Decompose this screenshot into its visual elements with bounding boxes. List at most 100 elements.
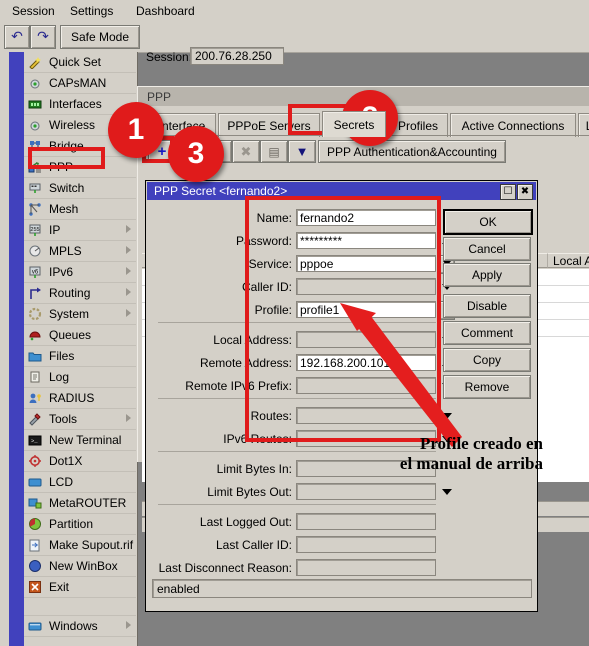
sidebar-item-switch[interactable]: Switch (24, 178, 136, 199)
step-badge-3: 3 (168, 126, 224, 182)
interfaces-icon (28, 97, 42, 111)
tools-icon (28, 412, 42, 426)
menu-settings[interactable]: Settings (66, 3, 117, 19)
highlight-box-dialog-fields (245, 196, 441, 442)
exit-icon (28, 580, 42, 594)
chevron-right-icon (126, 288, 131, 296)
sidebar-item-log[interactable]: Log (24, 367, 136, 388)
sidebar-item-label: Exit (49, 580, 70, 594)
session-address-field[interactable]: 200.76.28.250 (190, 47, 284, 65)
sidebar-item-system[interactable]: System (24, 304, 136, 325)
remove-button[interactable]: Remove (443, 375, 531, 399)
sidebar-item-label: System (49, 307, 90, 321)
terminal-icon: >_ (28, 433, 42, 447)
disable-secret-button[interactable]: ✖ (232, 140, 260, 163)
svg-text:>_: >_ (31, 438, 38, 445)
tab-label: Profiles (397, 118, 438, 133)
svg-text:v6: v6 (32, 270, 39, 276)
routing-icon (28, 286, 42, 300)
sidebar-item-new-winbox[interactable]: New WinBox (24, 556, 136, 577)
queues-icon (28, 328, 42, 342)
ok-button[interactable]: OK (443, 209, 533, 235)
sidebar-item-label: LCD (49, 475, 74, 489)
cancel-button[interactable]: Cancel (443, 237, 531, 261)
sidebar-item-lcd[interactable]: LCD (24, 472, 136, 493)
filter-button[interactable]: ▼ (288, 140, 316, 163)
field-input[interactable] (296, 483, 436, 500)
ppp-authentication-accounting-button[interactable]: PPP Authentication&Accounting (318, 140, 506, 163)
column-header[interactable]: Local Address (548, 253, 589, 268)
sidebar-item-queues[interactable]: Queues (24, 325, 136, 346)
annotation-line-1: Profile creado en (419, 434, 543, 453)
svg-text:255: 255 (30, 227, 39, 233)
redo-icon: ↷ (37, 29, 49, 45)
sidebar-item-label: Routing (49, 286, 91, 300)
sidebar-item-label: Log (49, 370, 70, 384)
sidebar-item-ipv6[interactable]: v6 IPv6 (24, 262, 136, 283)
undo-icon: ↶ (11, 29, 23, 45)
safe-mode-button[interactable]: Safe Mode (60, 25, 140, 49)
sidebar-item-mpls[interactable]: MPLS (24, 241, 136, 262)
sidebar-item-new-terminal[interactable]: >_ New Terminal (24, 430, 136, 451)
winbox-icon (28, 559, 42, 573)
tab-active-connections[interactable]: Active Connections (450, 113, 576, 137)
sidebar-item-label: IPv6 (49, 265, 74, 279)
sidebar-item-label: Mesh (49, 202, 79, 216)
mpls-icon (28, 244, 42, 258)
copy-button[interactable]: Copy (443, 348, 531, 372)
close-icon: ✖ (520, 186, 530, 197)
window-icon (28, 619, 42, 633)
sidebar-item-dot1x[interactable]: Dot1X (24, 451, 136, 472)
sidebar-item-metarouter[interactable]: MetaROUTER (24, 493, 136, 514)
sidebar-item-mesh[interactable]: Mesh (24, 199, 136, 220)
sidebar-item-partition[interactable]: Partition (24, 514, 136, 535)
field-input[interactable] (296, 536, 436, 553)
log-icon (28, 370, 42, 384)
field-input[interactable] (296, 513, 436, 530)
menu-session[interactable]: Session (8, 3, 59, 19)
sidebar-item-tools[interactable]: Tools (24, 409, 136, 430)
maximize-button[interactable]: ☐ (500, 184, 516, 200)
chevron-down-icon[interactable] (442, 413, 452, 419)
tab-l2tp-secrets[interactable]: L2TP Secrets (578, 113, 589, 137)
chevron-right-icon (126, 267, 131, 275)
forward-button[interactable]: ↷ (30, 25, 56, 49)
sidebar-item-quick-set[interactable]: Quick Set (24, 52, 136, 73)
field-label: Last Caller ID: (215, 538, 292, 552)
main-toolbar: ↶ ↷ Safe Mode Session: 200.76.28.250 (0, 20, 589, 65)
apply-button[interactable]: Apply (443, 263, 531, 287)
disable-button[interactable]: Disable (443, 294, 531, 318)
sidebar-item-capsman[interactable]: CAPsMAN (24, 73, 136, 94)
sidebar-item-windows[interactable]: Windows (24, 616, 136, 637)
comment-button[interactable]: ▤ (260, 140, 288, 163)
sidebar-item-exit[interactable]: Exit (24, 577, 136, 598)
field-group-divider (158, 504, 436, 505)
menu-dashboard[interactable]: Dashboard (132, 3, 199, 19)
sidebar-item-label: CAPsMAN (49, 76, 107, 90)
sidebar-item-label: IP (49, 223, 61, 237)
chevron-down-icon[interactable] (442, 489, 452, 495)
sidebar-item-label: RADIUS (49, 391, 95, 405)
tab-label: Secrets (333, 117, 375, 132)
tab-secrets[interactable]: Secrets (322, 111, 386, 137)
supout-icon (28, 538, 42, 552)
lcd-icon (28, 475, 42, 489)
close-button[interactable]: ✖ (517, 184, 533, 200)
field-input[interactable] (296, 559, 436, 576)
sidebar-item-files[interactable]: Files (24, 346, 136, 367)
sidebar-item-label: New WinBox (49, 559, 118, 573)
sidebar-item-label: Interfaces (49, 97, 102, 111)
metarouter-icon (28, 496, 42, 510)
sidebar-item-radius[interactable]: RADIUS (24, 388, 136, 409)
sidebar-item-make-supout-rif[interactable]: Make Supout.rif (24, 535, 136, 556)
ppp-window-title: PPP (147, 90, 172, 104)
field-label: Last Logged Out: (199, 515, 292, 529)
sidebar-item-ip[interactable]: 255 IP (24, 220, 136, 241)
back-button[interactable]: ↶ (4, 25, 30, 49)
comment-button[interactable]: Comment (443, 321, 531, 345)
sidebar-item-routing[interactable]: Routing (24, 283, 136, 304)
comment-icon: ▤ (268, 144, 280, 159)
wireless-icon (28, 118, 42, 132)
sidebar-item-label: Partition (49, 517, 94, 531)
chevron-right-icon (126, 414, 131, 422)
